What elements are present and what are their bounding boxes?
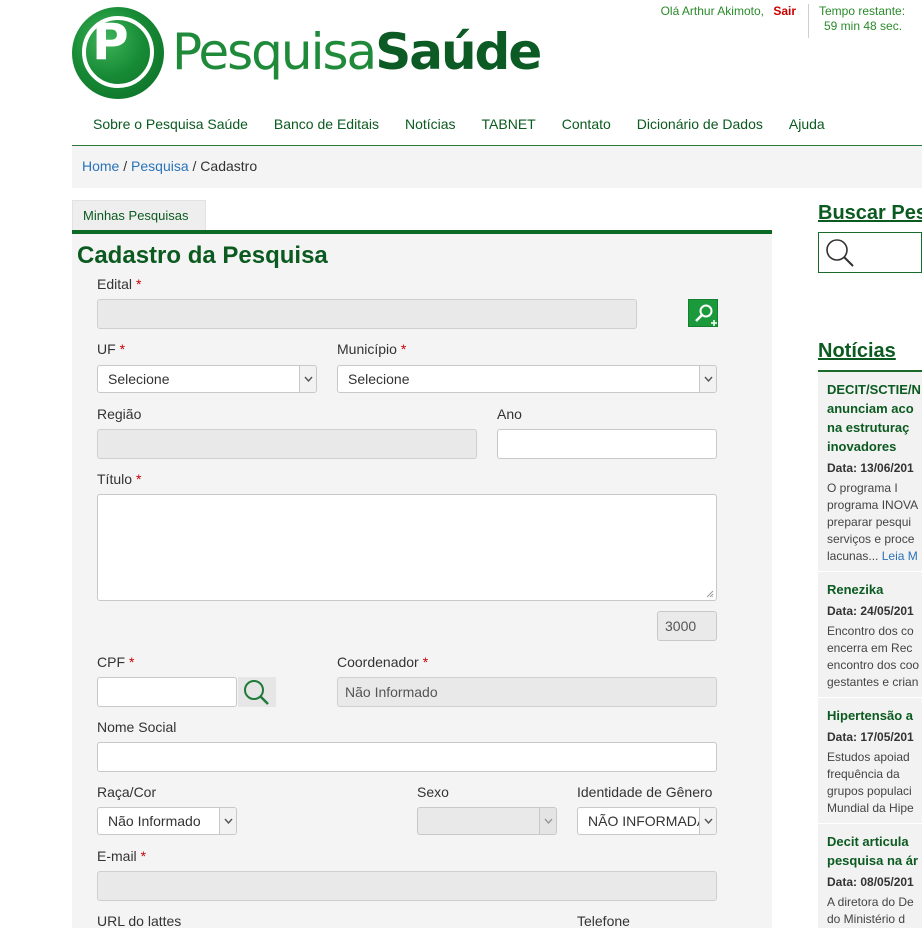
breadcrumb-current: Cadastro xyxy=(200,158,258,174)
email-field[interactable] xyxy=(97,871,717,901)
uf-selected: Selecione xyxy=(108,371,170,387)
titulo-char-counter: 3000 xyxy=(657,611,717,641)
municipio-select[interactable]: Selecione xyxy=(337,365,717,393)
news-item[interactable]: Decit articula pesquisa na ár Data: 08/0… xyxy=(818,824,922,928)
regiao-field[interactable] xyxy=(97,429,477,459)
telefone-label: Telefone xyxy=(577,913,630,928)
user-greeting-area: Olá Arthur Akimoto, Sair xyxy=(600,4,806,38)
chevron-down-icon xyxy=(539,808,556,834)
timer-value: 59 min 48 sec. xyxy=(824,19,903,33)
news-date: Data: 08/05/201 xyxy=(827,875,914,889)
logo-mark: P xyxy=(72,7,164,99)
chevron-down-icon xyxy=(219,808,236,834)
news-date: Data: 17/05/201 xyxy=(827,730,914,744)
news-title[interactable]: Hipertensão a xyxy=(827,706,922,725)
raca-select[interactable]: Não Informado xyxy=(97,807,237,835)
news-title[interactable]: DECIT/SCTIE/N anunciam aco na estruturaç… xyxy=(827,380,922,456)
coordenador-label: Coordenador * xyxy=(337,654,429,670)
chevron-down-icon xyxy=(699,808,716,834)
breadcrumb: Home / Pesquisa / Cadastro xyxy=(72,146,922,188)
chevron-down-icon xyxy=(299,366,316,392)
news-body: O programa I programa INOVA preparar pes… xyxy=(827,481,919,563)
ano-field[interactable] xyxy=(497,429,717,459)
chevron-down-icon xyxy=(699,366,716,392)
nav-tabnet[interactable]: TABNET xyxy=(469,106,549,145)
form-panel: Cadastro da Pesquisa Edital * UF * Selecio… xyxy=(72,234,772,928)
news-body: A diretora do De do Ministério d xyxy=(827,895,914,926)
news-title[interactable]: Renezika xyxy=(827,580,922,599)
breadcrumb-separator: / xyxy=(188,158,201,174)
titulo-label: Título * xyxy=(97,471,142,487)
news-body: Estudos apoiad frequência da grupos popu… xyxy=(827,750,914,815)
breadcrumb-separator: / xyxy=(119,158,132,174)
news-date: Data: 13/06/201 xyxy=(827,461,914,475)
raca-label: Raça/Cor xyxy=(97,784,157,800)
ano-label: Ano xyxy=(497,406,522,422)
sidebar-search-title: Buscar Pes xyxy=(818,202,922,224)
news-item[interactable]: DECIT/SCTIE/N anunciam aco na estruturaç… xyxy=(818,372,922,572)
news-date: Data: 24/05/201 xyxy=(827,604,914,618)
email-label: E-mail * xyxy=(97,848,147,864)
cpf-search-button[interactable] xyxy=(238,677,276,707)
session-timer: Tempo restante: 59 min 48 sec. xyxy=(808,4,922,38)
site-logo[interactable]: P PesquisaSaúde xyxy=(72,7,542,99)
logo-text-part2: Saúde xyxy=(375,23,542,81)
cpf-label: CPF * xyxy=(97,654,135,670)
raca-selected: Não Informado xyxy=(108,813,201,829)
municipio-label: Município * xyxy=(337,341,407,357)
news-title[interactable]: Decit articula pesquisa na ár xyxy=(827,832,922,870)
nav-noticias[interactable]: Notícias xyxy=(392,106,469,145)
news-list: DECIT/SCTIE/N anunciam aco na estruturaç… xyxy=(818,370,922,928)
nome-social-label: Nome Social xyxy=(97,719,177,735)
logout-link[interactable]: Sair xyxy=(773,4,796,18)
read-more-link[interactable]: Leia M xyxy=(882,549,918,563)
logo-text-part1: Pesquisa xyxy=(172,23,377,81)
news-item[interactable]: Renezika Data: 24/05/201 Encontro dos co… xyxy=(818,572,922,698)
genero-select[interactable]: NÃO INFORMADA xyxy=(577,807,717,835)
nav-sobre[interactable]: Sobre o Pesquisa Saúde xyxy=(80,106,261,145)
sexo-label: Sexo xyxy=(417,784,449,800)
required-mark: * xyxy=(136,276,142,292)
tab-minhas-pesquisas[interactable]: Minhas Pesquisas xyxy=(72,200,206,230)
nome-social-field[interactable] xyxy=(97,742,717,772)
nav-dicionario[interactable]: Dicionário de Dados xyxy=(624,106,776,145)
sidebar-search-box[interactable] xyxy=(818,232,922,273)
nav-contato[interactable]: Contato xyxy=(549,106,624,145)
edital-field[interactable] xyxy=(97,299,637,329)
regiao-label: Região xyxy=(97,406,142,422)
logo-wordmark: PesquisaSaúde xyxy=(172,23,542,81)
page-title: Cadastro da Pesquisa xyxy=(77,242,328,269)
breadcrumb-pesquisa[interactable]: Pesquisa xyxy=(131,158,189,174)
nav-banco-editais[interactable]: Banco de Editais xyxy=(261,106,392,145)
titulo-textarea[interactable] xyxy=(97,494,717,601)
logo-letter: P xyxy=(92,13,129,71)
search-icon[interactable] xyxy=(819,233,859,272)
news-item[interactable]: Hipertensão a Data: 17/05/201 Estudos ap… xyxy=(818,698,922,824)
search-icon xyxy=(244,680,269,705)
genero-label: Identidade de Gênero xyxy=(577,784,713,800)
edital-label: Edital * xyxy=(97,276,142,292)
cpf-field[interactable] xyxy=(97,677,237,707)
breadcrumb-home[interactable]: Home xyxy=(82,158,119,174)
uf-select[interactable]: Selecione xyxy=(97,365,317,393)
news-body: Encontro dos co encerra em Rec encontro … xyxy=(827,624,920,689)
sexo-select[interactable] xyxy=(417,807,557,835)
municipio-selected: Selecione xyxy=(348,371,410,387)
user-greeting: Olá Arthur Akimoto, xyxy=(660,4,764,18)
nav-ajuda[interactable]: Ajuda xyxy=(776,106,838,145)
edital-search-button[interactable] xyxy=(688,299,718,327)
main-nav: Sobre o Pesquisa Saúde Banco de Editais … xyxy=(72,106,922,146)
timer-label: Tempo restante: xyxy=(819,4,906,18)
resize-grip-icon[interactable] xyxy=(706,590,714,598)
coordenador-field[interactable]: Não Informado xyxy=(337,677,717,707)
search-add-icon xyxy=(695,304,717,326)
lattes-label: URL do lattes xyxy=(97,913,182,928)
uf-label: UF * xyxy=(97,341,126,357)
genero-selected: NÃO INFORMADA xyxy=(588,813,707,829)
sidebar-news-title: Notícias xyxy=(818,340,896,362)
